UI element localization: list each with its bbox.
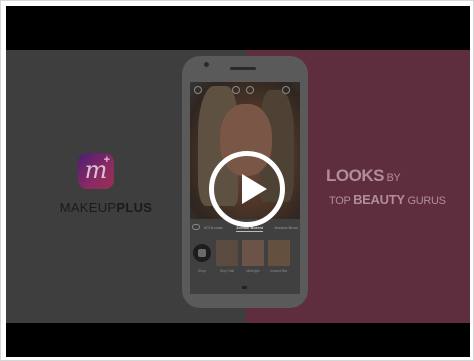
shop-label: Shop: [197, 269, 207, 273]
speaker-grille: [230, 67, 256, 70]
tagline-line-2: TOP BEAUTY GURUS: [329, 192, 468, 207]
tagline-gurus: GURUS: [404, 195, 446, 207]
camera-icon: [204, 62, 209, 67]
tab-jessica: Jessica Bruni: [274, 225, 298, 230]
back-icon: [194, 86, 202, 94]
phone-top-bar: [182, 60, 308, 70]
tagline: LOOKS BY TOP BEAUTY GURUS: [326, 166, 468, 207]
compare-icon: [232, 86, 240, 94]
toggle-icon: [192, 224, 200, 230]
tagline-by: BY: [383, 172, 401, 184]
play-icon: [242, 174, 267, 204]
look-thumbnail-label: Instant Bar: [270, 269, 288, 273]
video-player[interactable]: m + MAKEUPPLUS LOOKS BY TOP BEAUTY GURUS: [6, 6, 470, 357]
play-button[interactable]: [209, 151, 285, 227]
brand-name-regular: MAKEUP: [59, 200, 117, 215]
tagline-looks: LOOKS: [326, 166, 384, 185]
tagline-beauty: BEAUTY: [353, 192, 405, 207]
video-thumbnail: m + MAKEUPPLUS LOOKS BY TOP BEAUTY GURUS: [6, 50, 470, 323]
look-thumbnail: [242, 240, 264, 266]
video-embed-frame: m + MAKEUPPLUS LOOKS BY TOP BEAUTY GURUS: [0, 0, 474, 361]
screen-top-icons: [194, 86, 296, 96]
home-indicator: [242, 286, 247, 289]
camera-switch-icon: [246, 86, 254, 94]
look-thumbnail-label: Midnight: [246, 269, 260, 273]
looks-thumbnails: Shop Stop Talk Midnight Instant Bar: [190, 240, 300, 280]
look-thumbnail: [268, 240, 290, 266]
look-thumbnail: [216, 240, 238, 266]
look-thumbnail-label: Stop Talk: [219, 269, 235, 273]
tagline-line-1: LOOKS BY: [326, 166, 468, 186]
tagline-top: TOP: [329, 195, 354, 207]
shop-icon-inner: [198, 249, 206, 257]
shop-icon: [193, 244, 211, 262]
tab-chlooks: #CHLooks: [204, 225, 223, 230]
logo-plus: +: [103, 154, 110, 166]
brand-name-bold: PLUS: [116, 200, 153, 215]
brand-name: MAKEUPPLUS: [56, 200, 156, 215]
settings-icon: [282, 86, 290, 94]
makeupplus-logo-icon: m +: [78, 153, 114, 189]
